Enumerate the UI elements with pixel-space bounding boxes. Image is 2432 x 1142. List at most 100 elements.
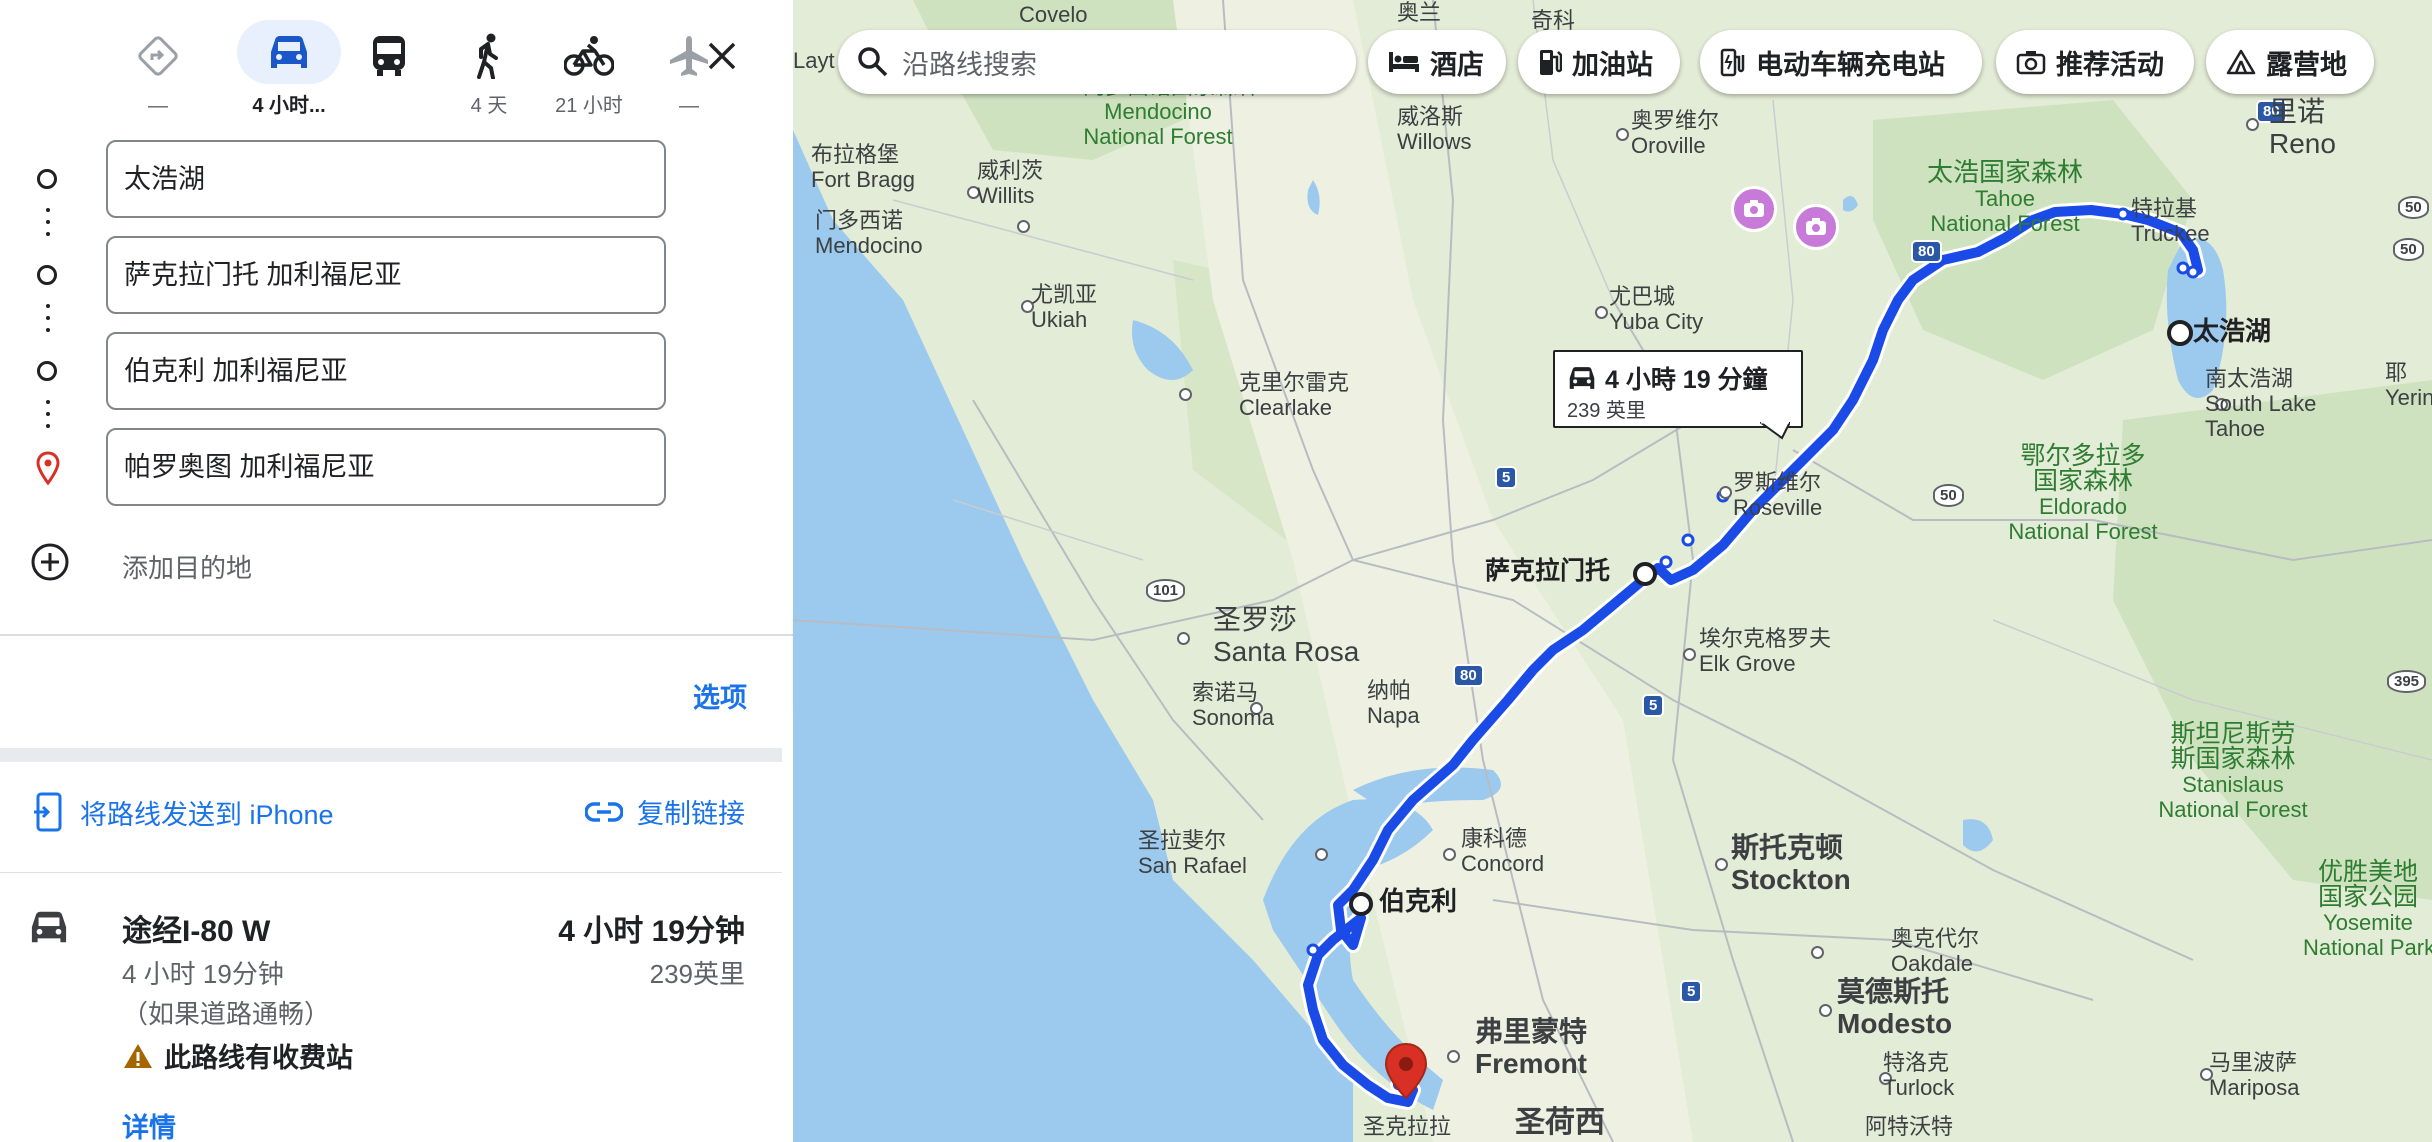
- destination-pin-icon: [36, 451, 60, 490]
- add-destination-button[interactable]: 添加目的地: [0, 538, 793, 588]
- camera-poi-icon[interactable]: [1793, 204, 1839, 250]
- stop-row-1: 太浩湖: [0, 140, 793, 220]
- route-duration-callout[interactable]: 4 小時 19 分鐘 239 英里: [1553, 350, 1803, 428]
- town-dot: [1179, 388, 1192, 401]
- map-label: Layt: [793, 48, 835, 73]
- route-duration: 4 小时 19分钟: [558, 915, 745, 948]
- mode-cycling[interactable]: 21 小时: [539, 28, 639, 118]
- map-label: 圣荷西: [1515, 1106, 1605, 1139]
- mode-walking[interactable]: 4 天: [439, 28, 539, 118]
- map-label: 威洛斯 Willows: [1397, 104, 1472, 154]
- map-label: 马里波萨 Mariposa: [2209, 1050, 2300, 1100]
- map-label: 尤凯亚 Ukiah: [1031, 282, 1098, 332]
- car-icon: [1569, 367, 1595, 389]
- route-distance: 239英里: [649, 959, 745, 989]
- chip-campgrounds[interactable]: 露营地: [2206, 30, 2374, 94]
- map-label: 特拉基 Truckee: [2131, 196, 2210, 246]
- highway-shield: 101: [1146, 579, 1186, 602]
- mode-best[interactable]: —: [108, 28, 208, 118]
- map-label: 里诺 Reno: [2269, 96, 2336, 159]
- map-label: 特洛克 Turlock: [1883, 1050, 1955, 1100]
- chip-activities[interactable]: 推荐活动: [1996, 30, 2194, 94]
- map-label: 太浩国家森林 Tahoe National Forest: [1926, 157, 2083, 236]
- map-label: 罗斯维尔 Roseville: [1733, 470, 1823, 520]
- town-dot: [1616, 128, 1629, 141]
- route-duration-sub: 4 小时 19分钟: [122, 959, 284, 989]
- town-dot: [1683, 648, 1696, 661]
- callout-duration: 4 小時 19 分鐘: [1567, 360, 1768, 396]
- town-dot: [1177, 632, 1190, 645]
- toll-warning-label: 此路线有收费站: [164, 1043, 353, 1073]
- map-label: 萨克拉门托: [1485, 557, 1611, 585]
- destination-pin-icon[interactable]: [1384, 1042, 1428, 1105]
- map-label: 威利茨 Willits: [977, 158, 1044, 208]
- map-label: 布拉格堡 Fort Bragg: [811, 142, 915, 192]
- map-canvas[interactable]: 80 80 80 5 5 5 101 50 50 50 395 Covelo L…: [793, 0, 2432, 1142]
- directions-diamond-icon: [108, 28, 208, 84]
- highway-shield: 5: [1642, 694, 1665, 717]
- search-placeholder: 沿路线搜索: [902, 49, 1037, 80]
- origin-circle-icon: [37, 169, 57, 189]
- send-to-phone-icon: [34, 792, 62, 832]
- chip-hotels[interactable]: 酒店: [1368, 30, 1506, 94]
- chip-ev-charging[interactable]: 电动车辆充电站: [1700, 30, 1982, 94]
- search-along-route-input[interactable]: 沿路线搜索: [838, 30, 1356, 94]
- traffic-note: （如果道路通畅）: [122, 999, 331, 1029]
- stop-input-1[interactable]: 太浩湖: [106, 140, 666, 218]
- map-label: 克里尔雷克 Clearlake: [1239, 370, 1350, 420]
- mode-best-label: —: [148, 95, 168, 117]
- mode-flights-label: —: [679, 95, 699, 117]
- divider: [0, 872, 782, 873]
- highway-shield: 50: [1933, 484, 1964, 507]
- copy-link-button[interactable]: 复制链接: [585, 792, 745, 831]
- town-dot: [1719, 486, 1732, 499]
- map-label: 奥罗维尔 Oroville: [1631, 108, 1720, 158]
- search-icon: [858, 47, 888, 77]
- map-label: 圣罗莎 Santa Rosa: [1213, 604, 1360, 667]
- callout-distance: 239 英里: [1567, 400, 1646, 422]
- stop-input-4[interactable]: 帕罗奥图 加利福尼亚: [106, 428, 666, 506]
- map-label: 优胜美地 国家公园 Yosemite National Park: [2303, 858, 2432, 961]
- waypoint-circle-icon: [37, 265, 57, 285]
- share-row: 将路线发送到 iPhone 复制链接: [0, 792, 793, 842]
- waypoint-circle-icon: [37, 361, 57, 381]
- chip-hotels-label: 酒店: [1430, 49, 1484, 80]
- chip-ev-label: 电动车辆充电站: [1756, 49, 1945, 80]
- bicycle-icon: [539, 28, 639, 84]
- sacramento-marker[interactable]: [1633, 562, 1657, 586]
- details-button[interactable]: 详情: [122, 1106, 176, 1142]
- stop-input-3[interactable]: 伯克利 加利福尼亚: [106, 332, 666, 410]
- camera-poi-icon[interactable]: [1731, 186, 1777, 232]
- map-label: 阿特沃特: [1865, 1114, 1954, 1139]
- map-label: 奥克代尔 Oakdale: [1891, 926, 1980, 976]
- berkeley-marker[interactable]: [1349, 892, 1373, 916]
- callout-pointer: [1760, 422, 1790, 440]
- section-divider: [0, 748, 782, 762]
- stop-row-2: 萨克拉门托 加利福尼亚: [0, 236, 793, 316]
- close-directions-button[interactable]: [690, 28, 754, 84]
- tent-icon: [2226, 49, 2256, 75]
- mode-driving[interactable]: 4 小时...: [237, 20, 341, 118]
- laketahoe-marker[interactable]: [2167, 320, 2193, 346]
- map-label: 奥兰: [1397, 0, 1442, 25]
- mode-walking-label: 4 天: [470, 95, 508, 117]
- directions-panel: — 4 小时... 4 天 21 小时 — 太浩湖 萨克拉门托 加利福尼亚 伯克…: [0, 0, 793, 1142]
- chip-gas-label: 加油站: [1572, 49, 1653, 80]
- car-icon: [237, 20, 341, 84]
- map-label: 伯克利: [1379, 886, 1458, 916]
- map-label: 埃尔克格罗夫 Elk Grove: [1699, 626, 1832, 676]
- route-via: 途经I-80 W: [122, 915, 271, 948]
- mode-transit-label: [339, 94, 439, 118]
- options-button[interactable]: 选项: [693, 676, 747, 715]
- map-label: 南太浩湖 South Lake Tahoe: [2205, 366, 2317, 441]
- stop-row-3: 伯克利 加利福尼亚: [0, 332, 793, 412]
- send-to-phone-button[interactable]: 将路线发送到 iPhone: [32, 792, 334, 832]
- town-dot: [2246, 118, 2259, 131]
- stop-input-2[interactable]: 萨克拉门托 加利福尼亚: [106, 236, 666, 314]
- bus-icon: [339, 28, 439, 84]
- town-dot: [1715, 858, 1728, 871]
- mode-cycling-label: 21 小时: [555, 95, 623, 117]
- map-label: Covelo: [1019, 2, 1088, 27]
- mode-transit[interactable]: [339, 28, 439, 118]
- chip-gas[interactable]: 加油站: [1518, 30, 1680, 94]
